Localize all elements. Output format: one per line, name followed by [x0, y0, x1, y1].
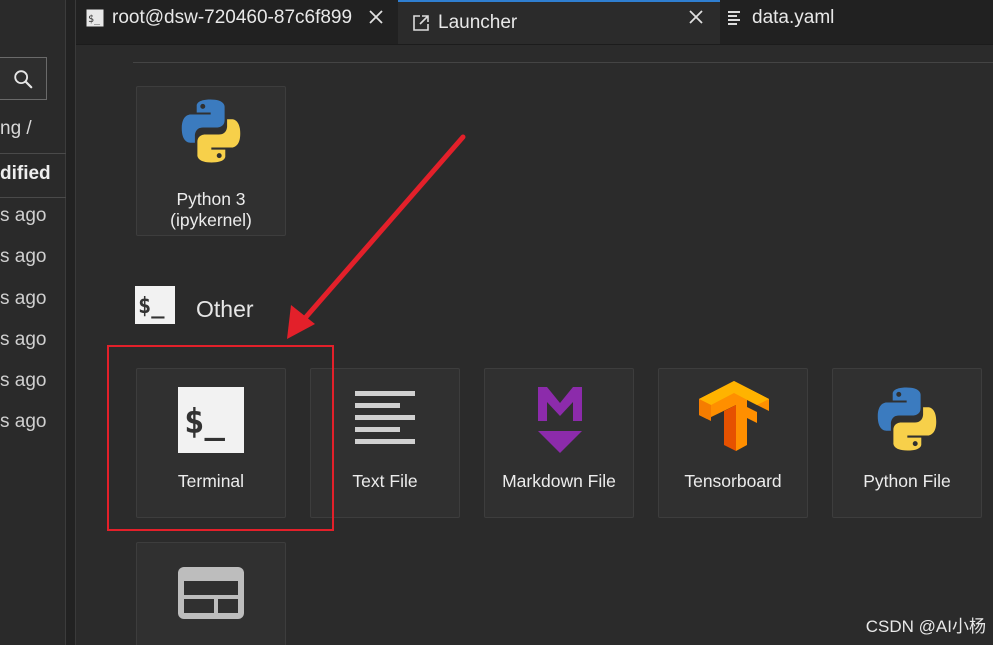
jupyterlab-window: ng / dified s ago s ago s ago s ago s ag… — [0, 0, 993, 645]
file-row-modified[interactable]: s ago — [0, 246, 46, 268]
tab-terminal-label: root@dsw-720460-87c6f899 — [112, 7, 353, 28]
file-browser-panel: ng / dified s ago s ago s ago s ago s ag… — [0, 0, 66, 645]
panel-splitter[interactable] — [66, 0, 76, 645]
file-row-modified[interactable]: s ago — [0, 411, 46, 433]
card-label: Markdown File — [502, 471, 616, 491]
markdown-icon — [538, 387, 582, 453]
divider — [0, 153, 66, 154]
file-row-modified[interactable]: s ago — [0, 329, 46, 351]
close-icon[interactable] — [688, 9, 704, 25]
annotation-highlight-box — [107, 345, 334, 531]
card-label: Python File — [863, 471, 951, 491]
watermark: CSDN @AI小杨 — [865, 617, 986, 636]
tab-launcher[interactable]: Launcher — [398, 0, 720, 44]
close-icon[interactable] — [368, 9, 384, 25]
launcher-card-contextual-help[interactable] — [136, 542, 286, 645]
file-filter-input[interactable] — [0, 57, 47, 100]
tab-terminal[interactable]: $_ root@dsw-720460-87c6f899 — [86, 0, 394, 36]
tensorboard-icon — [699, 381, 769, 451]
launcher-card-tensorboard[interactable]: Tensorboard — [658, 368, 808, 518]
tab-launcher-label: Launcher — [438, 12, 518, 33]
section-title-other: Other — [196, 296, 254, 322]
card-label: Python 3 — [176, 189, 246, 209]
launcher-card-python3-notebook[interactable]: Python 3 (ipykernel) — [136, 86, 286, 236]
file-row-modified[interactable]: s ago — [0, 288, 46, 310]
divider — [133, 62, 993, 63]
svg-text:$_: $_ — [138, 294, 165, 319]
text-file-tab-icon — [728, 11, 740, 25]
terminal-tab-icon: $_ — [86, 9, 104, 27]
text-file-icon — [355, 391, 415, 444]
file-row-modified[interactable]: s ago — [0, 370, 46, 392]
tab-data-label: data.yaml — [752, 7, 835, 28]
modified-column-header[interactable]: dified — [0, 163, 51, 185]
launcher-panel: Python 3 (ipykernel) $_ Other $_ Termina… — [77, 50, 993, 645]
card-label: Tensorboard — [684, 471, 782, 491]
card-sublabel: (ipykernel) — [170, 210, 252, 230]
launcher-card-python-file[interactable]: Python File — [832, 368, 982, 518]
show-contextual-help-icon — [178, 567, 244, 619]
tab-data-yaml[interactable]: data.yaml — [726, 0, 926, 36]
file-row-modified[interactable]: s ago — [0, 205, 46, 227]
breadcrumb[interactable]: ng / — [0, 118, 32, 140]
launcher-card-markdown-file[interactable]: Markdown File — [484, 368, 634, 518]
python-icon — [181, 99, 241, 163]
svg-text:$_: $_ — [88, 14, 101, 25]
main-tab-bar: $_ root@dsw-720460-87c6f899 Launcher dat… — [76, 0, 993, 44]
search-icon[interactable] — [12, 68, 34, 90]
python-icon — [877, 387, 937, 451]
launcher-tab-icon — [413, 15, 429, 31]
divider — [0, 197, 66, 198]
terminal-section-icon: $_ — [135, 286, 175, 324]
